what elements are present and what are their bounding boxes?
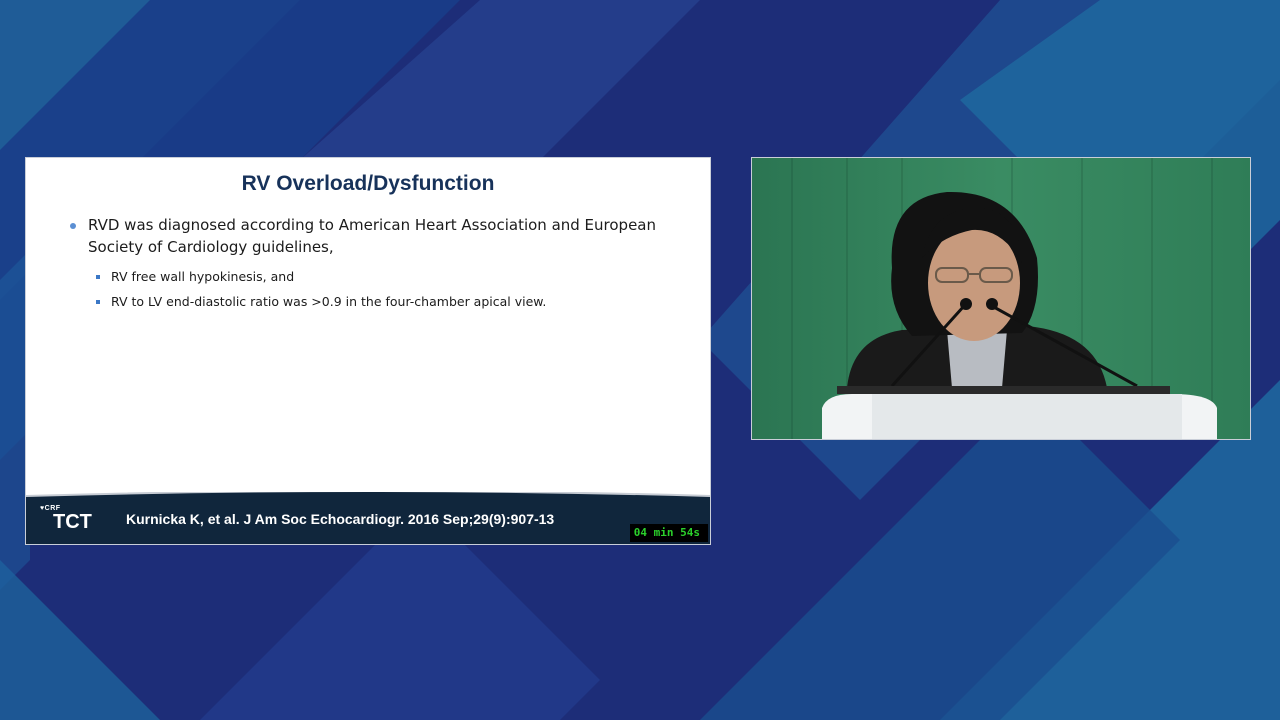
presentation-slide: RV Overload/Dysfunction RVD was diagnose… [26, 158, 710, 544]
sub-bullet-item: RV to LV end-diastolic ratio was >0.9 in… [70, 289, 690, 314]
bullet-text: RVD was diagnosed according to American … [88, 216, 657, 256]
speaker-video-frame [752, 158, 1250, 439]
sub-bullet-list: RV free wall hypokinesis, and RV to LV e… [70, 264, 690, 314]
countdown-timer: 04 min 54s [629, 524, 708, 542]
sub-bullet-item: RV free wall hypokinesis, and [70, 264, 690, 289]
sub-bullet-text: RV free wall hypokinesis, and [111, 269, 295, 284]
citation-text: Kurnicka K, et al. J Am Soc Echocardiogr… [126, 511, 555, 527]
sub-bullet-text: RV to LV end-diastolic ratio was >0.9 in… [111, 294, 547, 309]
bullet-item: RVD was diagnosed according to American … [70, 214, 690, 258]
slide-title: RV Overload/Dysfunction [241, 172, 495, 195]
bullet-square-icon [96, 275, 100, 279]
speaker-video [752, 158, 1250, 439]
tct-logo: ♥CRF TCT [40, 505, 92, 532]
bullet-list: RVD was diagnosed according to American … [70, 214, 690, 314]
bullet-square-icon [96, 300, 100, 304]
bullet-dot-icon [70, 223, 76, 229]
slide-footer: ♥CRF TCT Kurnicka K, et al. J Am Soc Ech… [26, 492, 710, 544]
logo-tct-text: TCT [53, 511, 92, 533]
